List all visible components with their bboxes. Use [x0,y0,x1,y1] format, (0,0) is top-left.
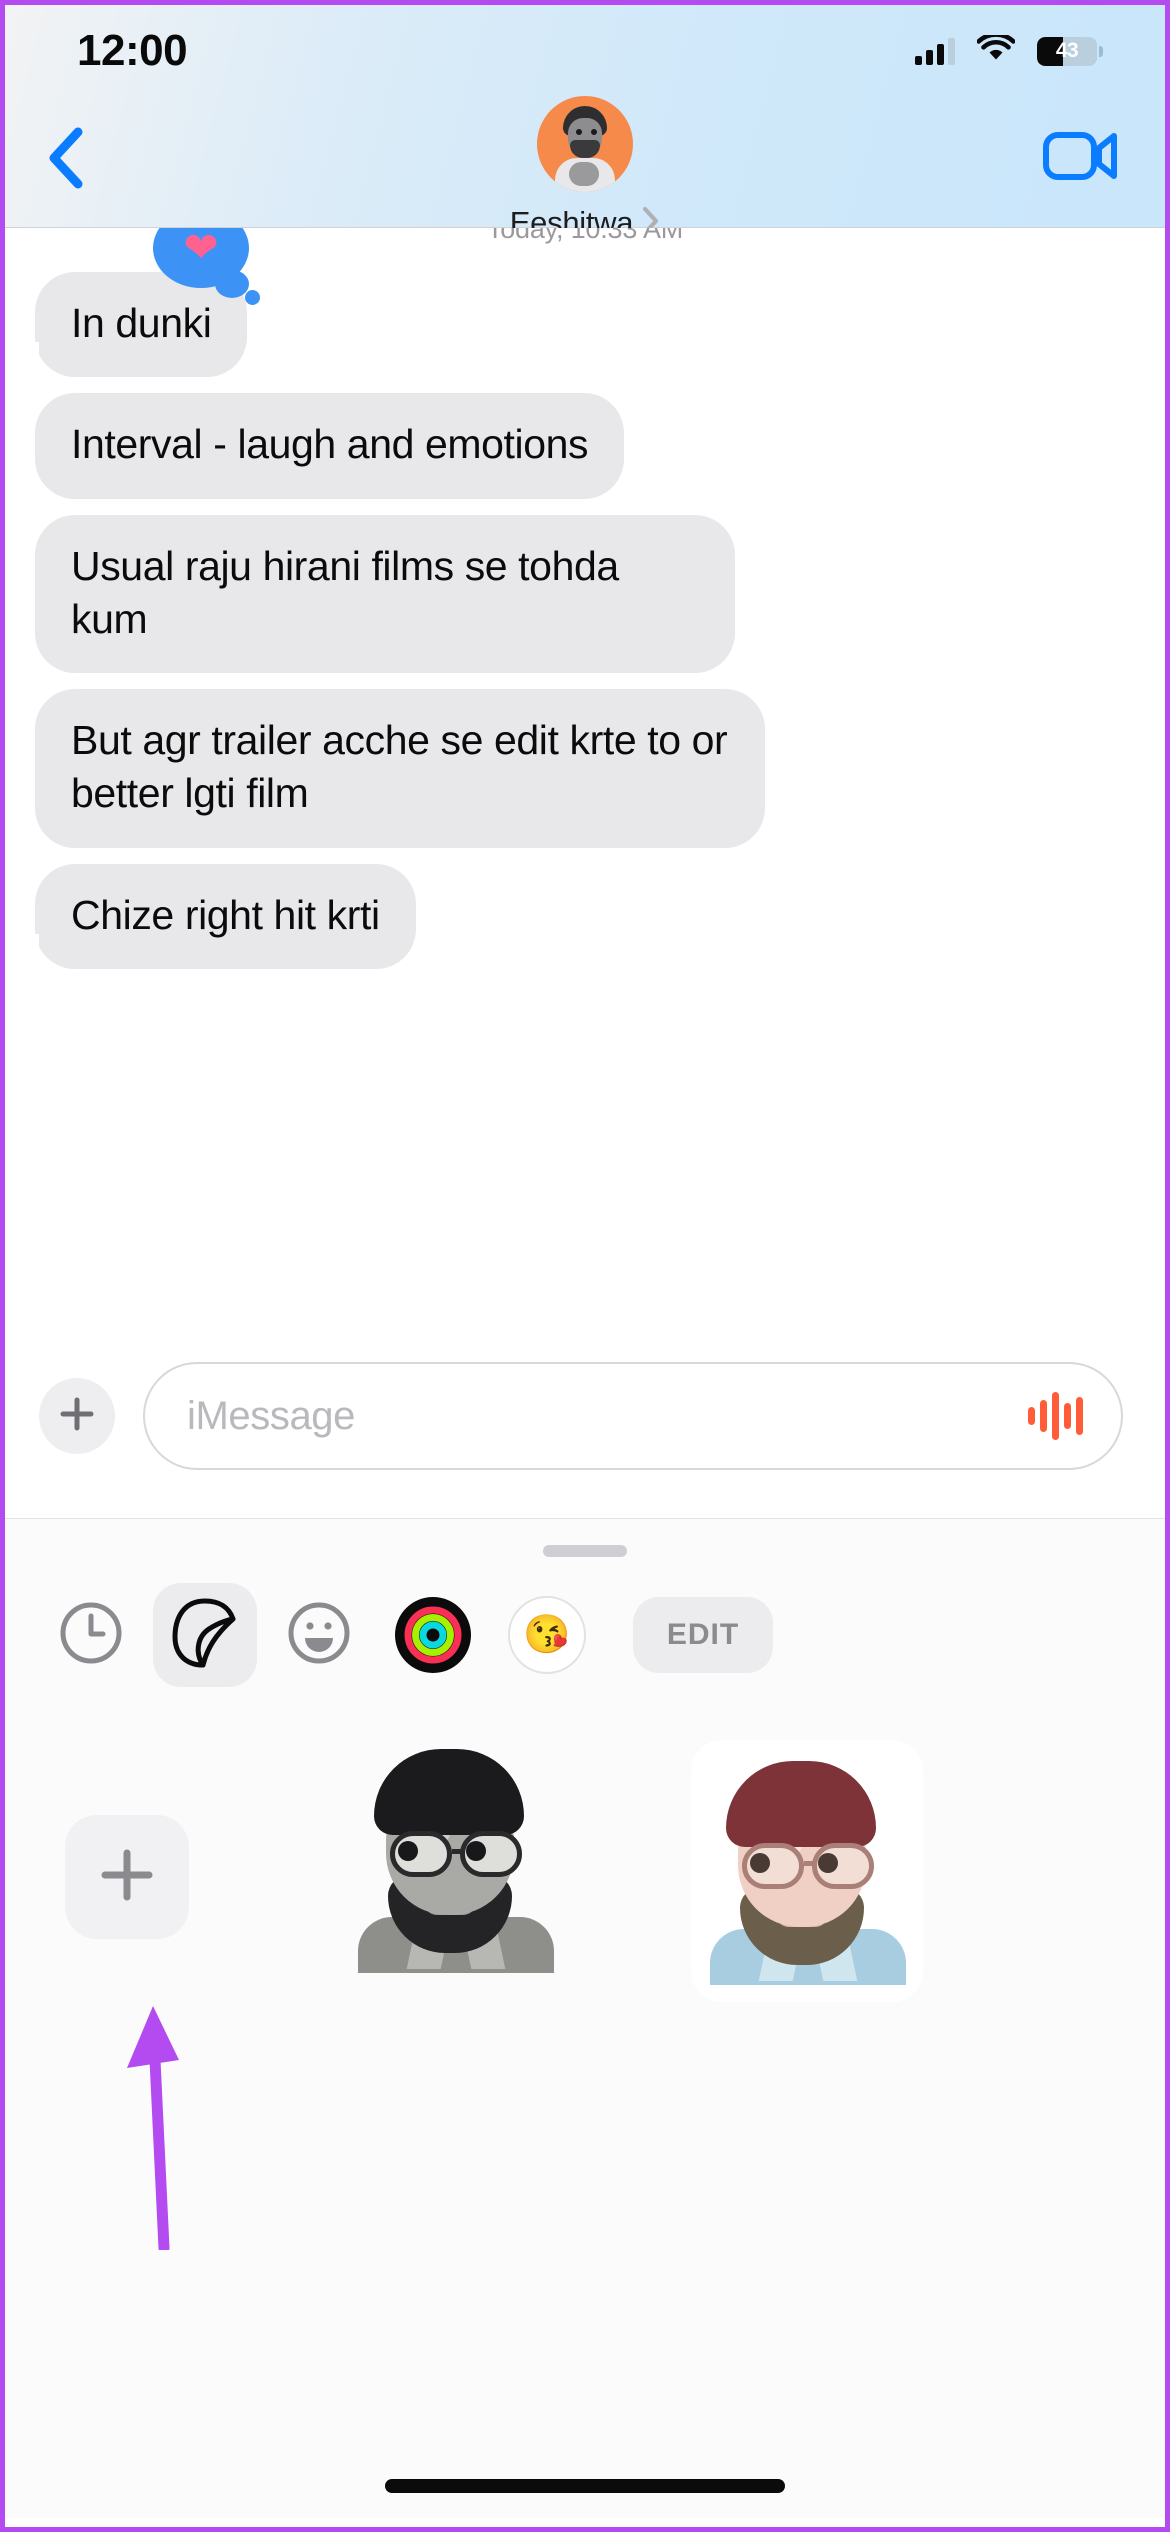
message-row: But agr trailer acche se edit krte to or… [35,689,1165,848]
plus-icon [57,1394,97,1439]
app-tab-memoji[interactable]: 😘 [495,1583,599,1687]
message-bubble[interactable]: Interval - laugh and emotions [35,393,625,499]
sticker-face-art [710,1761,906,1985]
chevron-left-icon [46,127,86,189]
app-drawer: 😘 EDIT [5,1518,1165,2518]
sticker-pastel-outline[interactable] [667,1749,947,1993]
tapback-heart-reaction[interactable]: ❤ [153,228,260,305]
message-list: In dunki ❤ Interval - laugh and emotions… [5,228,1165,971]
message-row: Interval - laugh and emotions [35,393,1165,499]
nav-bar: Eeshitwa [5,96,1165,240]
app-tab-emoji[interactable] [267,1583,371,1687]
drawer-grabber[interactable] [543,1545,627,1557]
header: 12:00 43 Eeshitwa [5,5,1165,240]
plus-icon [96,1844,158,1911]
video-camera-icon [1043,128,1119,189]
battery-percent-label: 43 [1055,39,1079,62]
status-bar: 12:00 43 [5,5,1165,97]
status-bar-icons: 43 [915,31,1103,68]
activity-rings-icon [395,1597,471,1673]
add-sticker-button[interactable] [65,1815,189,1939]
status-bar-clock: 12:00 [77,26,188,75]
message-bubble[interactable]: But agr trailer acche se edit krte to or… [35,689,765,848]
wifi-icon [976,31,1016,68]
message-input-bar: iMessage [5,1328,1165,1518]
sticker-peel-icon [171,1597,239,1674]
cellular-signal-icon [915,37,955,65]
app-tab-bar: 😘 EDIT [5,1557,1165,1687]
avatar[interactable] [537,96,633,192]
sticker-outline [700,1749,914,1993]
message-row: Chize right hit krti [7,863,1165,971]
home-indicator [385,2479,785,2493]
audio-waveform-icon[interactable] [1028,1391,1083,1441]
app-tab-fitness[interactable] [381,1583,485,1687]
message-bubble[interactable]: Usual raju hirani films se tohda kum [35,514,735,674]
memoji-icon: 😘 [508,1596,586,1674]
battery-icon: 43 [1037,36,1103,66]
conversation-thread[interactable]: Today, 10:33 AM In dunki ❤ Interval - la… [5,228,1165,1328]
sticker-grid [5,1687,1165,1993]
sticker-face-art [358,1749,554,1973]
message-row: Usual raju hirani films se tohda kum [35,514,1165,674]
message-composer[interactable]: iMessage [143,1362,1123,1470]
smiley-face-icon [286,1600,352,1671]
app-tab-recents[interactable] [39,1583,143,1687]
message-input[interactable]: iMessage [187,1394,1028,1439]
add-attachment-button[interactable] [39,1378,115,1454]
message-bubble[interactable]: Chize right hit krti [7,863,416,971]
video-call-button[interactable] [1043,127,1119,189]
message-row: In dunki ❤ [6,228,1165,379]
back-button[interactable] [31,123,101,193]
contact-header[interactable]: Eeshitwa [435,96,735,241]
heart-icon: ❤ [183,228,219,271]
sticker-comic-grayscale[interactable] [305,1749,605,1973]
clock-icon [58,1600,124,1671]
app-tab-stickers[interactable] [153,1583,257,1687]
edit-apps-button[interactable]: EDIT [633,1597,773,1673]
